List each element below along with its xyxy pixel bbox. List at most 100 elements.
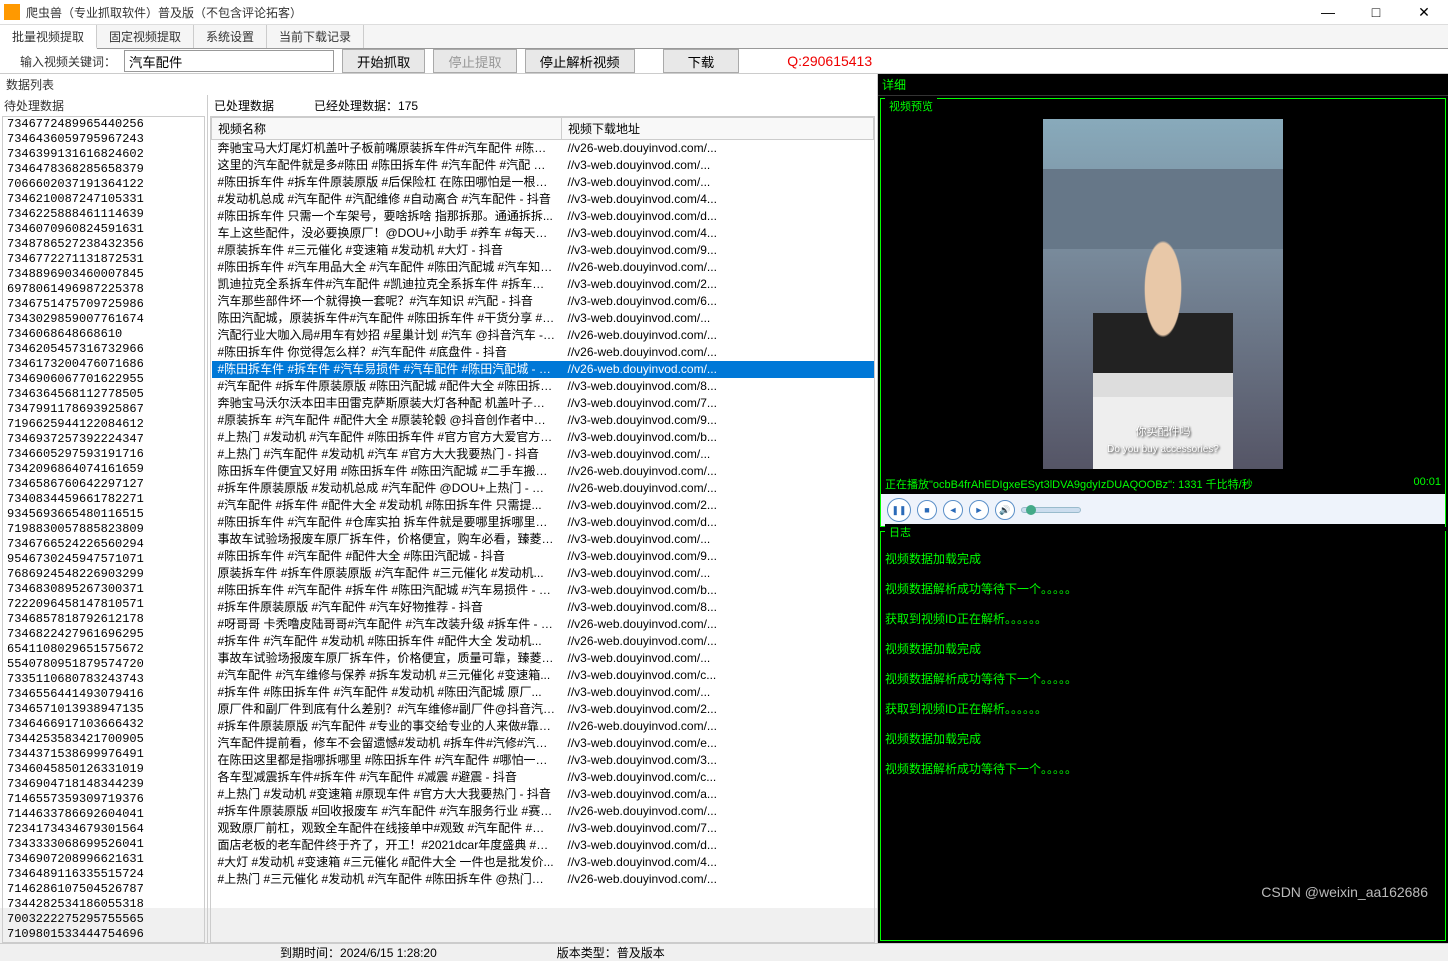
start-crawl-button[interactable]: 开始抓取 [342,49,425,73]
pending-item[interactable]: 7146557359309719376 [3,792,204,807]
pending-item[interactable]: 7346772271131872531 [3,252,204,267]
volume-slider[interactable] [1021,507,1081,513]
table-row[interactable]: #大灯 #发动机 #变速箱 #三元催化 #配件大全 一件也是批发价...//v3… [212,854,874,871]
maximize-button[interactable]: □ [1356,0,1396,24]
pending-item[interactable]: 7344282534186055318 [3,897,204,912]
download-button[interactable]: 下载 [663,49,740,73]
table-row[interactable]: 汽配行业大咖入局#用车有妙招 #星巢计划 #汽车 @抖音汽车 - 抖音//v26… [212,327,874,344]
pending-item[interactable]: 7346571013938947135 [3,702,204,717]
pending-item[interactable]: 7346205457316732966 [3,342,204,357]
pending-item[interactable]: 7343333068699526041 [3,837,204,852]
table-row[interactable]: #原装拆车件 #三元催化 #变速箱 #发动机 #大灯 - 抖音//v3-web.… [212,242,874,259]
video-preview[interactable]: 你买配件吗 Do you buy accessories? [881,114,1445,474]
table-row[interactable]: 奔驰宝马大灯尾灯机盖叶子板前嘴原装拆车件#汽车配件 #陈田拆...//v26-w… [212,140,874,158]
table-row[interactable]: 面店老板的老车配件终于齐了，开工！#2021dcar年度盛典 #抖...//v3… [212,837,874,854]
table-row[interactable]: #上热门 #汽车配件 #发动机 #汽车 #官方大大我要热门 - 抖音//v3-w… [212,446,874,463]
pending-item[interactable]: 6978061496987225378 [3,282,204,297]
table-row[interactable]: #陈田拆车件 #拆车件原装原版 #后保险杠 在陈田哪怕是一根线...//v3-w… [212,174,874,191]
table-row[interactable]: 原装拆车件 #拆车件原装原版 #汽车配件 #三元催化 #发动机...//v3-w… [212,565,874,582]
table-row[interactable]: #发动机总成 #汽车配件 #汽配维修 #自动离合 #汽车配件 - 抖音//v3-… [212,191,874,208]
table-row[interactable]: #拆车件 #陈田拆车件 #汽车配件 #发动机 #陈田汽配城 原厂...//v3-… [212,684,874,701]
pending-item[interactable]: 9546730245947571071 [3,552,204,567]
pending-item[interactable]: 7346586760642297127 [3,477,204,492]
pending-item[interactable]: 7346466917103666432 [3,717,204,732]
table-row[interactable]: #拆车件 #汽车配件 #发动机 #陈田拆车件 #配件大全 发动机...//v26… [212,633,874,650]
table-row[interactable]: 奔驰宝马沃尔沃本田丰田雷克萨斯原装大灯各种配 机盖叶子板车...//v3-web… [212,395,874,412]
table-row[interactable]: #原装拆车 #汽车配件 #配件大全 #原装轮毂 @抖音创作者中心...//v3-… [212,412,874,429]
table-row[interactable]: #陈田拆车件 #拆车件 #汽车易损件 #汽车配件 #陈田汽配城 - 抖音//v2… [212,361,874,378]
pending-item[interactable]: 7196625944122084612 [3,417,204,432]
prev-button[interactable]: ◄ [943,500,963,520]
table-row[interactable]: 事故车试验场报废车原厂拆车件，价格便宜，购车必看，臻菱无...//v3-web.… [212,531,874,548]
table-row[interactable]: #陈田拆车件 #汽车配件 #仓库实拍 拆车件就是要哪里拆哪里！...//v3-w… [212,514,874,531]
table-row[interactable]: 观致原厂前杠，观致全车配件在线接单中#观致 #汽车配件 #汽修...//v3-w… [212,820,874,837]
table-row[interactable]: #上热门 #三元催化 #发动机 #汽车配件 #陈田拆车件 @热门音乐...//v… [212,871,874,888]
stop-crawl-button[interactable]: 停止提取 [433,49,516,73]
table-row[interactable]: 汽车配件提前看，修车不会留遗憾#发动机 #拆车件#汽修#汽车配...//v3-w… [212,735,874,752]
pending-item[interactable]: 7346772489965440256 [3,117,204,132]
log-content[interactable]: 视频数据加载完成视频数据解析成功等待下一个。。。。。获取到视频ID正在解析。。。… [881,540,1445,940]
table-row[interactable]: #陈田拆车件 #汽车配件 #配件大全 #陈田汽配城 - 抖音//v3-web.d… [212,548,874,565]
minimize-button[interactable]: — [1308,0,1348,24]
keyword-input[interactable] [124,50,334,72]
table-row[interactable]: #汽车配件 #拆车件 #配件大全 #发动机 #陈田拆车件 只需提...//v3-… [212,497,874,514]
tab-batch-extract[interactable]: 批量视频提取 [0,25,97,49]
pending-item[interactable]: 7346751475709725986 [3,297,204,312]
pending-item[interactable]: 7346766524226560294 [3,537,204,552]
pending-item[interactable]: 7346830895267300371 [3,582,204,597]
pending-item[interactable]: 7146286107504526787 [3,882,204,897]
table-row[interactable]: 陈田拆车件便宜又好用 #陈田拆车件 #陈田汽配城 #二手车搬运工...//v26… [212,463,874,480]
processed-table[interactable]: 视频名称 视频下载地址 奔驰宝马大灯尾灯机盖叶子板前嘴原装拆车件#汽车配件 #陈… [210,116,875,943]
table-row[interactable]: 汽车那些部件坏一个就得换一套呢？#汽车知识 #汽配 - 抖音//v3-web.d… [212,293,874,310]
table-row[interactable]: 凯迪拉克全系拆车件#汽车配件 #凯迪拉克全系拆车件 #拆车件 #...//v3-… [212,276,874,293]
pending-item[interactable]: 7346907208996621631 [3,852,204,867]
col-video-name[interactable]: 视频名称 [212,118,562,140]
pending-item[interactable]: 7346364568112778505 [3,387,204,402]
pending-item[interactable]: 7348896903460007845 [3,267,204,282]
pending-item[interactable]: 7335110680783243743 [3,672,204,687]
pending-list[interactable]: 73467724899654402567346436059795967243 73… [2,116,205,943]
tab-downloads[interactable]: 当前下载记录 [267,25,364,48]
table-row[interactable]: #呀哥哥 卡秃噜皮陆哥哥#汽车配件 #汽车改装升级 #拆车件 - 抖音//v26… [212,616,874,633]
table-row[interactable]: 原厂件和副厂件到底有什么差别？#汽车维修#副厂件@抖音汽车@...//v3-we… [212,701,874,718]
table-row[interactable]: #陈田拆车件 #汽车配件 #拆车件 #陈田汽配城 #汽车易损件 - 抖音//v3… [212,582,874,599]
volume-icon[interactable]: 🔊 [995,500,1015,520]
table-row[interactable]: #上热门 #发动机 #汽车配件 #陈田拆车件 #官方官方大爱官方热...//v3… [212,429,874,446]
stop-button[interactable]: ■ [917,500,937,520]
pending-item[interactable]: 7066602037191364122 [3,177,204,192]
play-pause-button[interactable]: ❚❚ [887,498,911,522]
table-row[interactable]: 在陈田这里都是指哪拆哪里 #陈田拆车件 #汽车配件 #哪怕一条线...//v3-… [212,752,874,769]
pending-item[interactable]: 7346906067701622955 [3,372,204,387]
pending-item[interactable]: 7346937257392224347 [3,432,204,447]
pending-item[interactable]: 7346857818792612178 [3,612,204,627]
table-row[interactable]: #上热门 #发动机 #变速箱 #原现车件 #官方大大我要热门 - 抖音//v3-… [212,786,874,803]
pending-item[interactable]: 7222096458147810571 [3,597,204,612]
table-row[interactable]: 这里的汽车配件就是多#陈田 #陈田拆车件 #汽车配件 #汽配 @抖...//v3… [212,157,874,174]
close-button[interactable]: ✕ [1404,0,1444,24]
pending-item[interactable]: 7346478368285658379 [3,162,204,177]
pending-item[interactable]: 7346045850126331019 [3,762,204,777]
table-row[interactable]: #拆车件原装原版 #回收报废车 #汽车配件 #汽车服务行业 #赛麦...//v2… [212,803,874,820]
pending-item[interactable]: 7348786527238432356 [3,237,204,252]
pending-item[interactable]: 7344371538699976491 [3,747,204,762]
pending-item[interactable]: 5540780951879574720 [3,657,204,672]
pending-item[interactable]: 7109801533444754696 [3,927,204,942]
next-button[interactable]: ► [969,500,989,520]
table-row[interactable]: #陈田拆车件 #汽车用品大全 #汽车配件 #陈田汽配城 #汽车知识...//v2… [212,259,874,276]
tab-fixed-extract[interactable]: 固定视频提取 [97,25,194,48]
pending-item[interactable]: 7342096864074161659 [3,462,204,477]
pending-item[interactable]: 7003222275295755565 [3,912,204,927]
table-row[interactable]: 车上这些配件，没必要换原厂！@DOU+小助手 #养车 #每天一个...//v3-… [212,225,874,242]
pending-item[interactable]: 7346210087247105331 [3,192,204,207]
pending-item[interactable]: 7144633786692604041 [3,807,204,822]
pending-item[interactable]: 6541108029651575672 [3,642,204,657]
stop-parse-button[interactable]: 停止解析视频 [525,49,635,73]
pending-item[interactable]: 7346070960824591631 [3,222,204,237]
table-row[interactable]: #拆车件原装原版 #汽车配件 #专业的事交给专业的人来做#靠谱...//v26-… [212,718,874,735]
pending-item[interactable]: 7234173434679301564 [3,822,204,837]
table-row[interactable]: #拆车件原装原版 #汽车配件 #汽车好物推荐 - 抖音//v3-web.douy… [212,599,874,616]
pending-item[interactable]: 7346436059795967243 [3,132,204,147]
pending-item[interactable]: 7347991178693925867 [3,402,204,417]
pending-item[interactable]: 7346489116335515724 [3,867,204,882]
pending-item[interactable]: 7346822427961696295 [3,627,204,642]
